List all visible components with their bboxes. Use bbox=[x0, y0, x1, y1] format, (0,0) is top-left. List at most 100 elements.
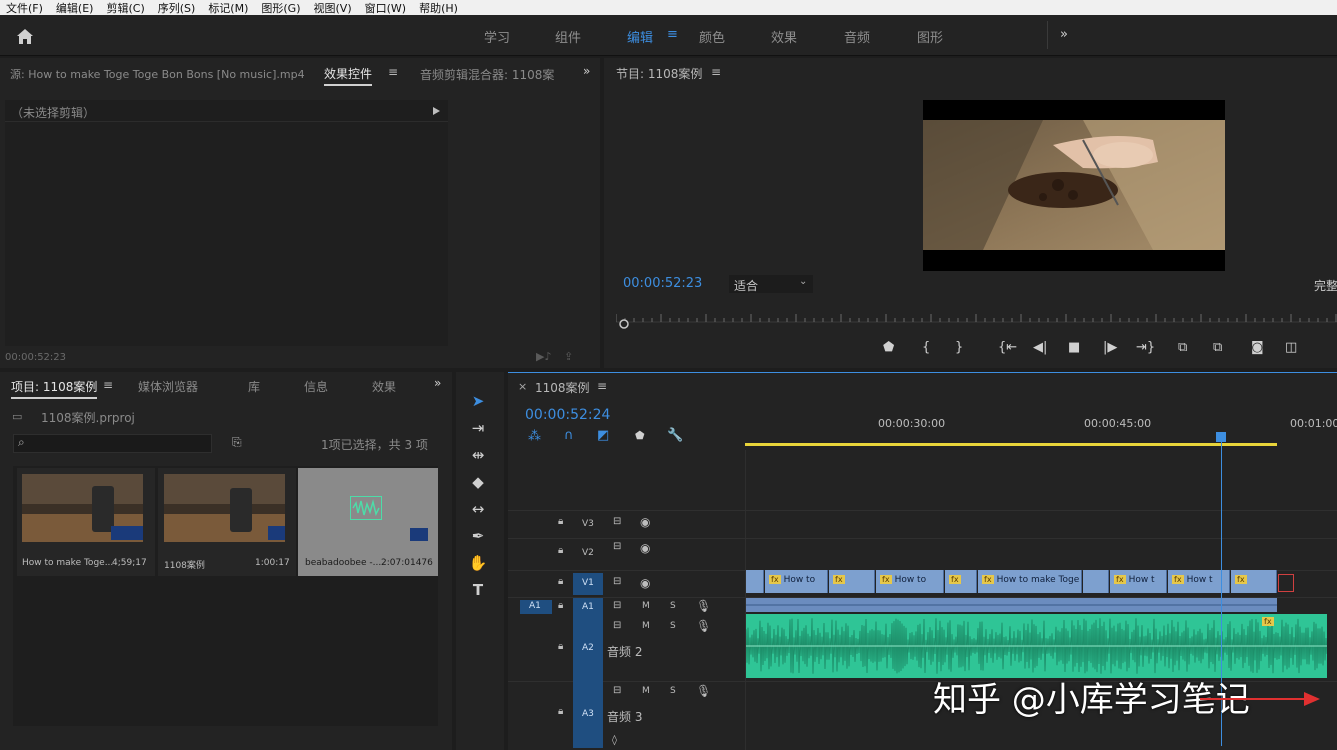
audio-clip-a1[interactable] bbox=[746, 598, 1277, 612]
lock-icon[interactable]: 🔒︎ bbox=[558, 545, 563, 556]
microphone-icon[interactable]: 🎙︎ bbox=[696, 684, 711, 698]
sequence-tab[interactable]: 1108案例 bbox=[535, 379, 590, 396]
razor-tool-icon[interactable]: ◆ bbox=[466, 473, 490, 495]
menu-edit[interactable]: 编辑(E) bbox=[50, 0, 101, 16]
audio-track-targets[interactable] bbox=[573, 598, 603, 748]
snap-icon[interactable]: ∩ bbox=[564, 428, 574, 443]
go-to-out-icon[interactable]: ⇥} bbox=[1136, 340, 1155, 355]
video-clip[interactable]: fx bbox=[1231, 570, 1277, 593]
lock-icon[interactable]: 🔒︎ bbox=[558, 576, 563, 587]
pen-tool-icon[interactable]: ✒ bbox=[466, 527, 490, 549]
video-clip[interactable] bbox=[1083, 570, 1109, 593]
source-patch-a1[interactable]: A1 bbox=[520, 600, 552, 614]
workspace-effects[interactable]: 效果 bbox=[771, 27, 797, 46]
lock-icon[interactable]: 🔒︎ bbox=[558, 600, 563, 611]
video-clip[interactable]: fx bbox=[829, 570, 875, 593]
tab-media-browser[interactable]: 媒体浏览器 bbox=[138, 378, 198, 395]
workspace-audio[interactable]: 音频 bbox=[844, 27, 870, 46]
menu-help[interactable]: 帮助(H) bbox=[413, 0, 465, 16]
video-clip[interactable]: fx How t bbox=[1110, 570, 1167, 593]
sync-lock-icon[interactable]: ⊟ bbox=[613, 541, 621, 552]
sync-lock-icon[interactable]: ⊟ bbox=[613, 576, 621, 587]
sync-lock-icon[interactable]: ⊟ bbox=[613, 620, 621, 631]
lock-icon[interactable]: 🔒︎ bbox=[558, 706, 563, 717]
program-time-ruler[interactable] bbox=[616, 304, 1337, 330]
solo-button[interactable]: S bbox=[670, 686, 676, 696]
audio-mixer-tab[interactable]: 音频剪辑混合器: 1108案 bbox=[420, 66, 554, 83]
project-menu-icon[interactable]: ≡ bbox=[103, 378, 113, 392]
timeline-menu-icon[interactable]: ≡ bbox=[597, 379, 607, 393]
lift-icon[interactable]: ⧉ bbox=[1178, 340, 1187, 355]
video-clip[interactable]: fx How to bbox=[876, 570, 944, 593]
eye-icon[interactable]: ◉ bbox=[640, 576, 650, 590]
wrench-icon[interactable]: 🔧 bbox=[667, 428, 683, 443]
menu-sequence[interactable]: 序列(S) bbox=[152, 0, 203, 16]
workspace-learn[interactable]: 学习 bbox=[484, 27, 510, 46]
add-marker-icon[interactable]: ⬟ bbox=[635, 429, 645, 442]
solo-button[interactable]: S bbox=[670, 601, 676, 611]
extract-icon[interactable]: ⧉ bbox=[1213, 340, 1222, 355]
mute-button[interactable]: M bbox=[642, 621, 650, 631]
tab-effects[interactable]: 效果 bbox=[372, 378, 396, 395]
play-triangle-icon[interactable] bbox=[433, 107, 440, 115]
video-clip[interactable] bbox=[746, 570, 764, 593]
mark-in-icon[interactable]: { bbox=[922, 340, 930, 355]
tab-info[interactable]: 信息 bbox=[304, 378, 328, 395]
step-forward-icon[interactable]: |▶ bbox=[1103, 340, 1117, 355]
menu-graphics[interactable]: 图形(G) bbox=[255, 0, 307, 16]
list-item[interactable]: 1108案例 1:00:17 bbox=[158, 468, 296, 576]
search-input[interactable]: ⌕ bbox=[13, 434, 212, 453]
filter-icon[interactable]: ▶♪ bbox=[536, 350, 551, 363]
program-video-frame[interactable] bbox=[923, 100, 1225, 271]
solo-button[interactable]: S bbox=[670, 621, 676, 631]
sync-lock-icon[interactable]: ⊟ bbox=[613, 600, 621, 611]
workspace-assembly[interactable]: 组件 bbox=[555, 27, 581, 46]
volume-knob-icon[interactable]: ◊ bbox=[612, 735, 617, 746]
eye-icon[interactable]: ◉ bbox=[640, 515, 650, 529]
workspace-color[interactable]: 颜色 bbox=[699, 27, 725, 46]
microphone-icon[interactable]: 🎙︎ bbox=[696, 619, 711, 633]
video-clip[interactable]: fx How to bbox=[765, 570, 828, 593]
work-area-bar[interactable] bbox=[745, 443, 1277, 446]
selection-tool-icon[interactable]: ➤ bbox=[466, 392, 490, 414]
compare-view-icon[interactable]: ◫ bbox=[1285, 340, 1297, 355]
video-clip[interactable]: fx How to make Toge bbox=[978, 570, 1082, 593]
home-icon[interactable] bbox=[15, 27, 35, 45]
add-marker-icon[interactable]: ⬟ bbox=[883, 340, 894, 355]
mark-out-icon[interactable]: } bbox=[955, 340, 963, 355]
slip-tool-icon[interactable]: ↔ bbox=[466, 500, 490, 522]
type-tool-icon[interactable]: T bbox=[466, 581, 490, 603]
quality-dropdown[interactable]: 完整 bbox=[1314, 277, 1337, 294]
program-timecode[interactable]: 00:00:52:23 bbox=[623, 276, 702, 291]
lock-icon[interactable]: 🔒︎ bbox=[558, 641, 563, 652]
timeline-timecode[interactable]: 00:00:52:24 bbox=[525, 407, 610, 423]
source-tab[interactable]: 源: How to make Toge Toge Bon Bons [No mu… bbox=[10, 66, 305, 82]
mute-button[interactable]: M bbox=[642, 601, 650, 611]
workspace-menu-icon[interactable]: ≡ bbox=[667, 27, 678, 42]
new-search-bin-icon[interactable]: ⎘ bbox=[232, 435, 242, 450]
go-to-in-icon[interactable]: {⇤ bbox=[998, 340, 1017, 355]
tab-libraries[interactable]: 库 bbox=[248, 378, 260, 395]
menu-file[interactable]: 文件(F) bbox=[0, 0, 50, 16]
program-title[interactable]: 节目: 1108案例 bbox=[616, 65, 702, 82]
stop-icon[interactable]: ■ bbox=[1068, 340, 1080, 355]
video-clip[interactable]: fx bbox=[945, 570, 977, 593]
track-target-v1[interactable]: V1 bbox=[573, 573, 603, 595]
menu-clip[interactable]: 剪辑(C) bbox=[100, 0, 151, 16]
tab-project[interactable]: 项目: 1108案例 bbox=[11, 378, 98, 399]
effect-controls-tab[interactable]: 效果控件 bbox=[324, 65, 373, 86]
microphone-icon[interactable]: 🎙︎ bbox=[696, 599, 711, 613]
sync-lock-icon[interactable]: ⊟ bbox=[613, 516, 621, 527]
export-icon[interactable]: ⇪ bbox=[564, 350, 573, 363]
hand-tool-icon[interactable]: ✋ bbox=[466, 554, 490, 576]
list-item[interactable]: beabadoobee -... 2:07:01476 bbox=[298, 468, 438, 576]
menu-window[interactable]: 窗口(W) bbox=[359, 0, 413, 16]
step-back-icon[interactable]: ◀| bbox=[1033, 340, 1047, 355]
mute-button[interactable]: M bbox=[642, 686, 650, 696]
lock-icon[interactable]: 🔒︎ bbox=[558, 516, 563, 527]
close-icon[interactable]: × bbox=[518, 380, 527, 393]
linked-selection-icon[interactable]: ◩ bbox=[597, 428, 609, 443]
workspace-editing[interactable]: 编辑 bbox=[627, 27, 653, 46]
sync-lock-icon[interactable]: ⊟ bbox=[613, 685, 621, 696]
menu-view[interactable]: 视图(V) bbox=[308, 0, 359, 16]
